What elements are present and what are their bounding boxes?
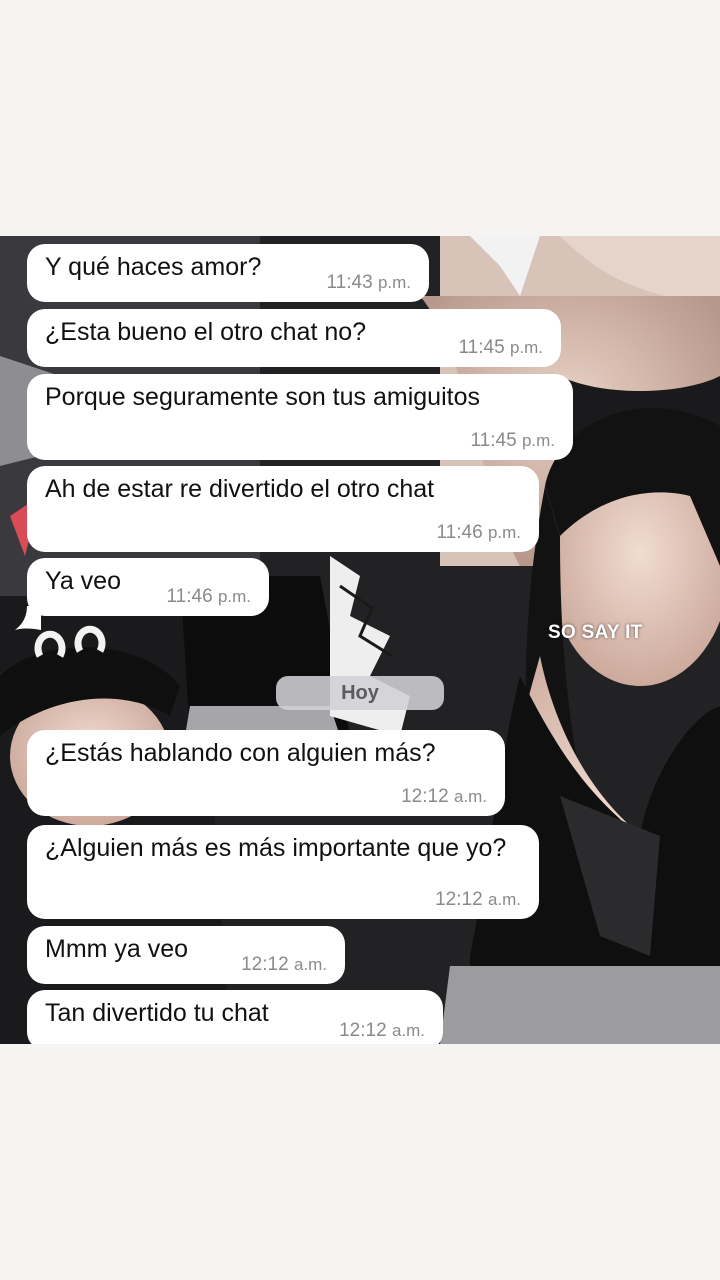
day-separator: Hoy: [276, 676, 444, 710]
message-text: ¿Alguien más es más importante que yo?: [45, 834, 507, 862]
message-bubble[interactable]: Tan divertido tu chat 12:12 a.m.: [27, 990, 443, 1044]
message-bubble[interactable]: ¿Esta bueno el otro chat no? 11:45 p.m.: [27, 309, 561, 367]
bottom-blank-area: [0, 1044, 720, 1280]
message-bubble[interactable]: Mmm ya veo 12:12 a.m.: [27, 926, 345, 984]
message-time: 11:46 p.m.: [166, 586, 251, 607]
top-blank-area: [0, 0, 720, 236]
message-text: Ah de estar re divertido el otro chat: [45, 475, 435, 503]
message-time: 12:12 a.m.: [339, 1020, 425, 1041]
chat-area[interactable]: SO SAY IT Y qué haces amor? 11:43 p.m. ¿…: [0, 236, 720, 1044]
message-text: Porque seguramente son tus amiguitos: [45, 383, 480, 411]
message-bubble[interactable]: Y qué haces amor? 11:43 p.m.: [27, 244, 429, 302]
message-time: 12:12 a.m.: [241, 954, 327, 975]
message-bubble[interactable]: ¿Estás hablando con alguien más? 12:12 a…: [27, 730, 505, 816]
message-bubble[interactable]: Porque seguramente son tus amiguitos 11:…: [27, 374, 573, 460]
message-time: 11:45 p.m.: [470, 430, 555, 451]
message-time: 11:45 p.m.: [458, 337, 543, 358]
message-bubble[interactable]: Ya veo 11:46 p.m.: [27, 558, 269, 616]
overlay-caption: SO SAY IT: [548, 622, 643, 643]
message-time: 12:12 a.m.: [401, 786, 487, 807]
message-text: ¿Estás hablando con alguien más?: [45, 739, 436, 767]
message-bubble[interactable]: Ah de estar re divertido el otro chat 11…: [27, 466, 539, 552]
message-time: 12:12 a.m.: [435, 889, 521, 910]
message-time: 11:46 p.m.: [436, 522, 521, 543]
message-bubble[interactable]: ¿Alguien más es más importante que yo? 1…: [27, 825, 539, 919]
message-time: 11:43 p.m.: [326, 272, 411, 293]
